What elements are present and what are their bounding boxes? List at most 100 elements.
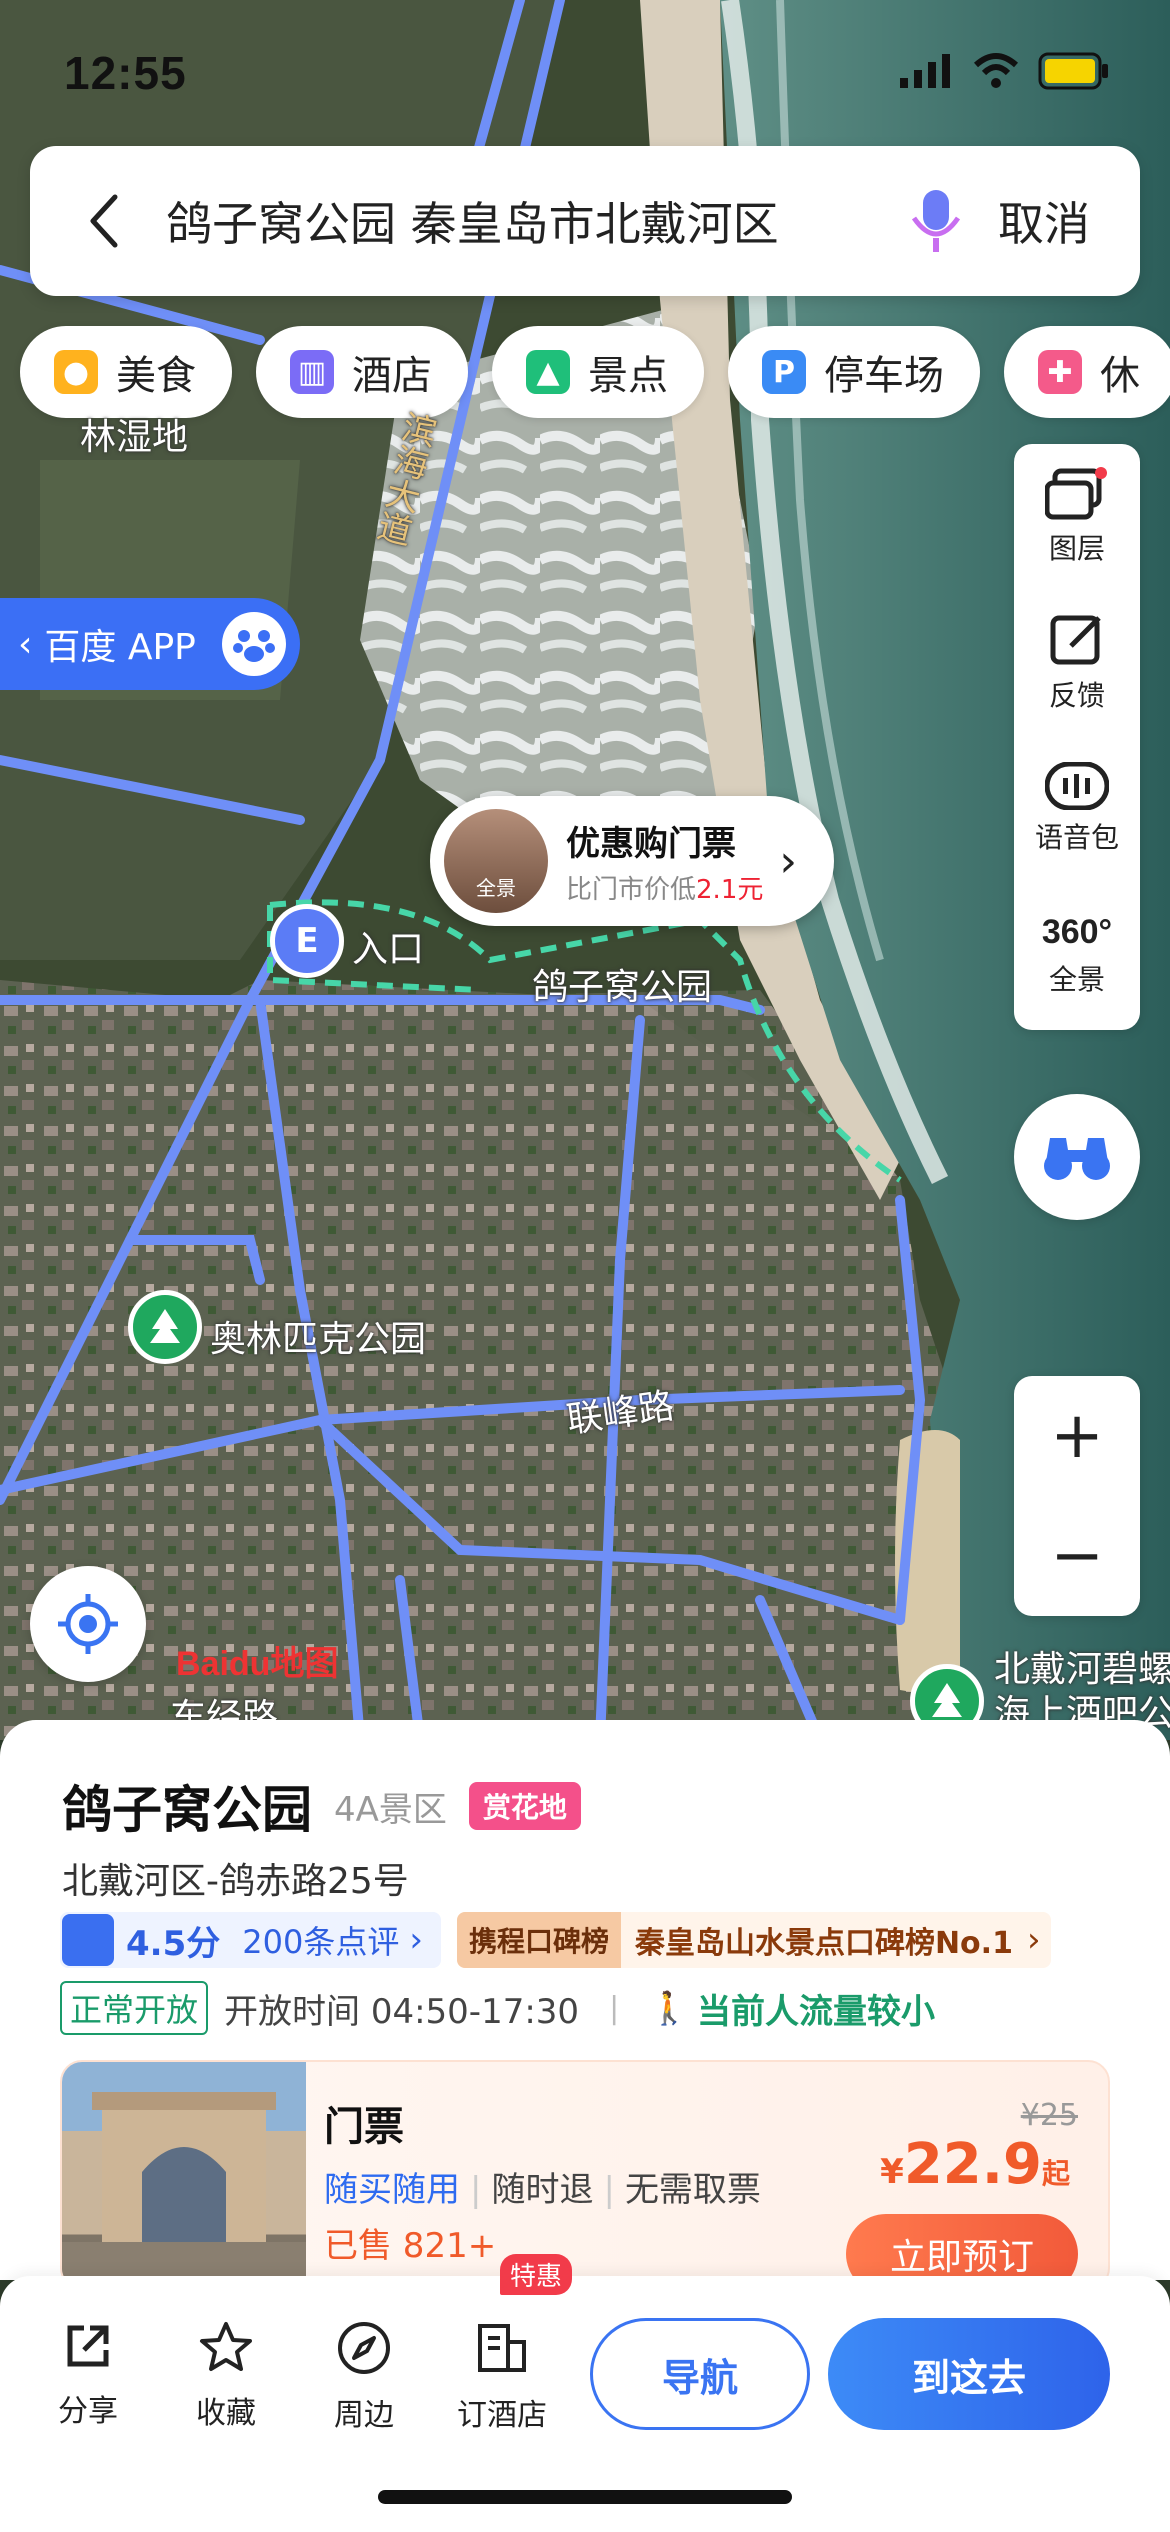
voice-search-button[interactable]	[896, 186, 976, 256]
navigate-button[interactable]: 导航	[590, 2318, 810, 2430]
ticket-features: 随买随用 | 随时退 | 无需取票	[324, 2170, 761, 2210]
bubble-title: 优惠购门票	[566, 824, 736, 864]
panorama-button[interactable]: 360° 全景	[1014, 882, 1140, 1028]
binoculars-button[interactable]	[1014, 1094, 1140, 1220]
hotel-deal-badge: 特惠	[500, 2254, 573, 2295]
ticket-promo-bubble[interactable]: 全景 优惠购门票 比门市价低2.1元 ›	[430, 796, 834, 926]
favorite-label: 收藏	[196, 2396, 256, 2431]
battery-icon	[1038, 52, 1108, 90]
crowd-level: 当前人流量较小	[697, 1991, 936, 2032]
baidu-paw-icon	[222, 612, 286, 676]
ctrip-text: 秦皇岛山水景点口碑榜No.1	[634, 1926, 1013, 1961]
edit-icon	[1050, 615, 1101, 665]
divider: |	[609, 1990, 620, 2026]
cancel-button[interactable]: 取消	[976, 188, 1140, 254]
ticket-name: 门票	[324, 2104, 404, 2150]
feedback-label: 反馈	[1048, 679, 1105, 712]
ticket-photo	[62, 2062, 306, 2288]
nearby-label: 周边	[334, 2398, 394, 2433]
layers-label: 图层	[1048, 532, 1105, 565]
chevron-left-icon: ‹	[18, 623, 33, 665]
baidu-app-label: 百度 APP	[44, 627, 196, 668]
favorite-button[interactable]: 收藏	[166, 2320, 286, 2432]
ticket-price: ¥22.9起	[880, 2132, 1070, 2197]
people-icon: 🚶	[649, 1989, 690, 2027]
back-button[interactable]	[60, 146, 150, 296]
binoculars-icon	[1044, 1138, 1110, 1180]
open-status-badge: 正常开放	[60, 1981, 209, 2035]
map-view[interactable]: 12:55 鸽子窝公园 秦皇岛市北戴河区 取消 ● 美食 ▥ 酒店 ▲ 景点 P…	[0, 0, 1170, 1740]
crosshair-icon	[58, 1594, 118, 1654]
hotel-icon	[478, 2324, 526, 2372]
poi-name: 鸽子窝公园	[62, 1781, 312, 1839]
zoom-in-button[interactable]: +	[1014, 1376, 1140, 1496]
chip-food[interactable]: ● 美食	[20, 326, 232, 418]
feature-buy-use: 随买随用	[324, 2170, 460, 2210]
search-bar[interactable]: 鸽子窝公园 秦皇岛市北戴河区 取消	[30, 146, 1140, 296]
signal-icon	[900, 54, 950, 88]
status-time: 12:55	[64, 47, 187, 99]
chip-label: 停车场	[824, 353, 944, 399]
zoom-controls: + −	[1014, 1376, 1140, 1616]
voice-wave-icon	[1045, 762, 1109, 810]
chevron-left-icon	[90, 194, 118, 248]
chip-parking[interactable]: P 停车场	[728, 326, 980, 418]
status-icons	[900, 52, 1110, 90]
compass-icon	[338, 2322, 390, 2374]
poi-level: 4A景区	[334, 1789, 447, 1830]
parking-icon: P	[762, 350, 806, 394]
voice-pack-label: 语音包	[1034, 821, 1119, 854]
feedback-button[interactable]: 反馈	[1014, 590, 1140, 736]
chip-hotel[interactable]: ▥ 酒店	[256, 326, 468, 418]
rating-score: 4.5分	[126, 1923, 221, 1964]
zoom-out-button[interactable]: −	[1014, 1496, 1140, 1616]
poi-detail-panel: 鸽子窝公园 4A景区 赏花地 北戴河区-鸽赤路25号 4.5分 200条点评 ›…	[0, 1720, 1170, 2290]
entrance-pin-icon[interactable]: E	[270, 904, 344, 978]
nearby-button[interactable]: 周边	[304, 2320, 424, 2434]
search-query[interactable]: 鸽子窝公园 秦皇岛市北戴河区	[150, 188, 896, 254]
mountain-icon: ▲	[526, 350, 570, 394]
chip-label: 休	[1100, 353, 1140, 399]
feature-refund: 随时退	[491, 2170, 594, 2210]
map-label-forest: 林湿地	[80, 417, 189, 458]
hotel-label: 订酒店	[457, 2398, 547, 2433]
gate-photo	[62, 2092, 306, 2288]
ticket-card[interactable]: 门票 随买随用 | 随时退 | 无需取票 已售 821+ ¥25 ¥22.9起 立即预订	[60, 2060, 1110, 2290]
home-indicator	[378, 2490, 792, 2504]
poi-address: 北戴河区-鸽赤路25号	[62, 1861, 409, 1902]
chip-scenic[interactable]: ▲ 景点	[492, 326, 704, 418]
gamepad-icon: ✚	[1038, 350, 1082, 394]
open-hours-row: 正常开放 开放时间 04:50-17:30 | 🚶 当前人流量较小	[60, 1981, 936, 2035]
bubble-subtitle: 比门市价低2.1元	[566, 875, 764, 905]
food-icon: ●	[54, 350, 98, 394]
rating-button[interactable]: 4.5分 200条点评 ›	[60, 1912, 441, 1968]
feature-no-pickup: 无需取票	[624, 2170, 761, 2210]
chip-label: 酒店	[352, 353, 432, 399]
ctrip-badge: 携程口碑榜	[456, 1912, 621, 1968]
chevron-right-icon: ›	[409, 1920, 423, 1960]
category-chips: ● 美食 ▥ 酒店 ▲ 景点 P 停车场 ✚ 休	[20, 326, 1170, 418]
layers-button[interactable]: 图层	[1014, 444, 1140, 590]
thumbnail-label: 全景	[476, 876, 516, 900]
map-label-entrance: 入口	[352, 929, 425, 970]
voice-pack-button[interactable]: 语音包	[1014, 736, 1140, 882]
poi-tag-badge[interactable]: 赏花地	[468, 1782, 581, 1830]
map-label-olympic: 奥林匹克公园	[210, 1319, 427, 1360]
panorama-thumbnail: 全景	[444, 809, 548, 913]
baidu-map-logo: Baidu地图	[176, 1645, 339, 1683]
chip-leisure[interactable]: ✚ 休	[1004, 326, 1170, 418]
book-hotel-button[interactable]: 订酒店	[442, 2320, 562, 2434]
status-bar: 12:55	[0, 0, 1170, 140]
ctrip-ranking[interactable]: 携程口碑榜 秦皇岛山水景点口碑榜No.1 ›	[456, 1912, 1051, 1968]
baidu-app-back-button[interactable]: ‹ 百度 APP	[0, 598, 300, 690]
panorama-360-icon: 360°	[1041, 912, 1113, 951]
rating-row: 4.5分 200条点评 › 携程口碑榜 秦皇岛山水景点口碑榜No.1 ›	[60, 1912, 1051, 1968]
share-button[interactable]: 分享	[28, 2320, 148, 2430]
share-label: 分享	[58, 2394, 118, 2429]
panorama-label: 全景	[1048, 962, 1105, 996]
locate-me-button[interactable]	[30, 1566, 146, 1682]
map-label-park: 鸽子窝公园	[532, 967, 713, 1008]
go-here-button[interactable]: 到这去	[828, 2318, 1110, 2430]
park-pin-icon[interactable]	[128, 1290, 202, 1364]
share-icon	[67, 2325, 109, 2367]
